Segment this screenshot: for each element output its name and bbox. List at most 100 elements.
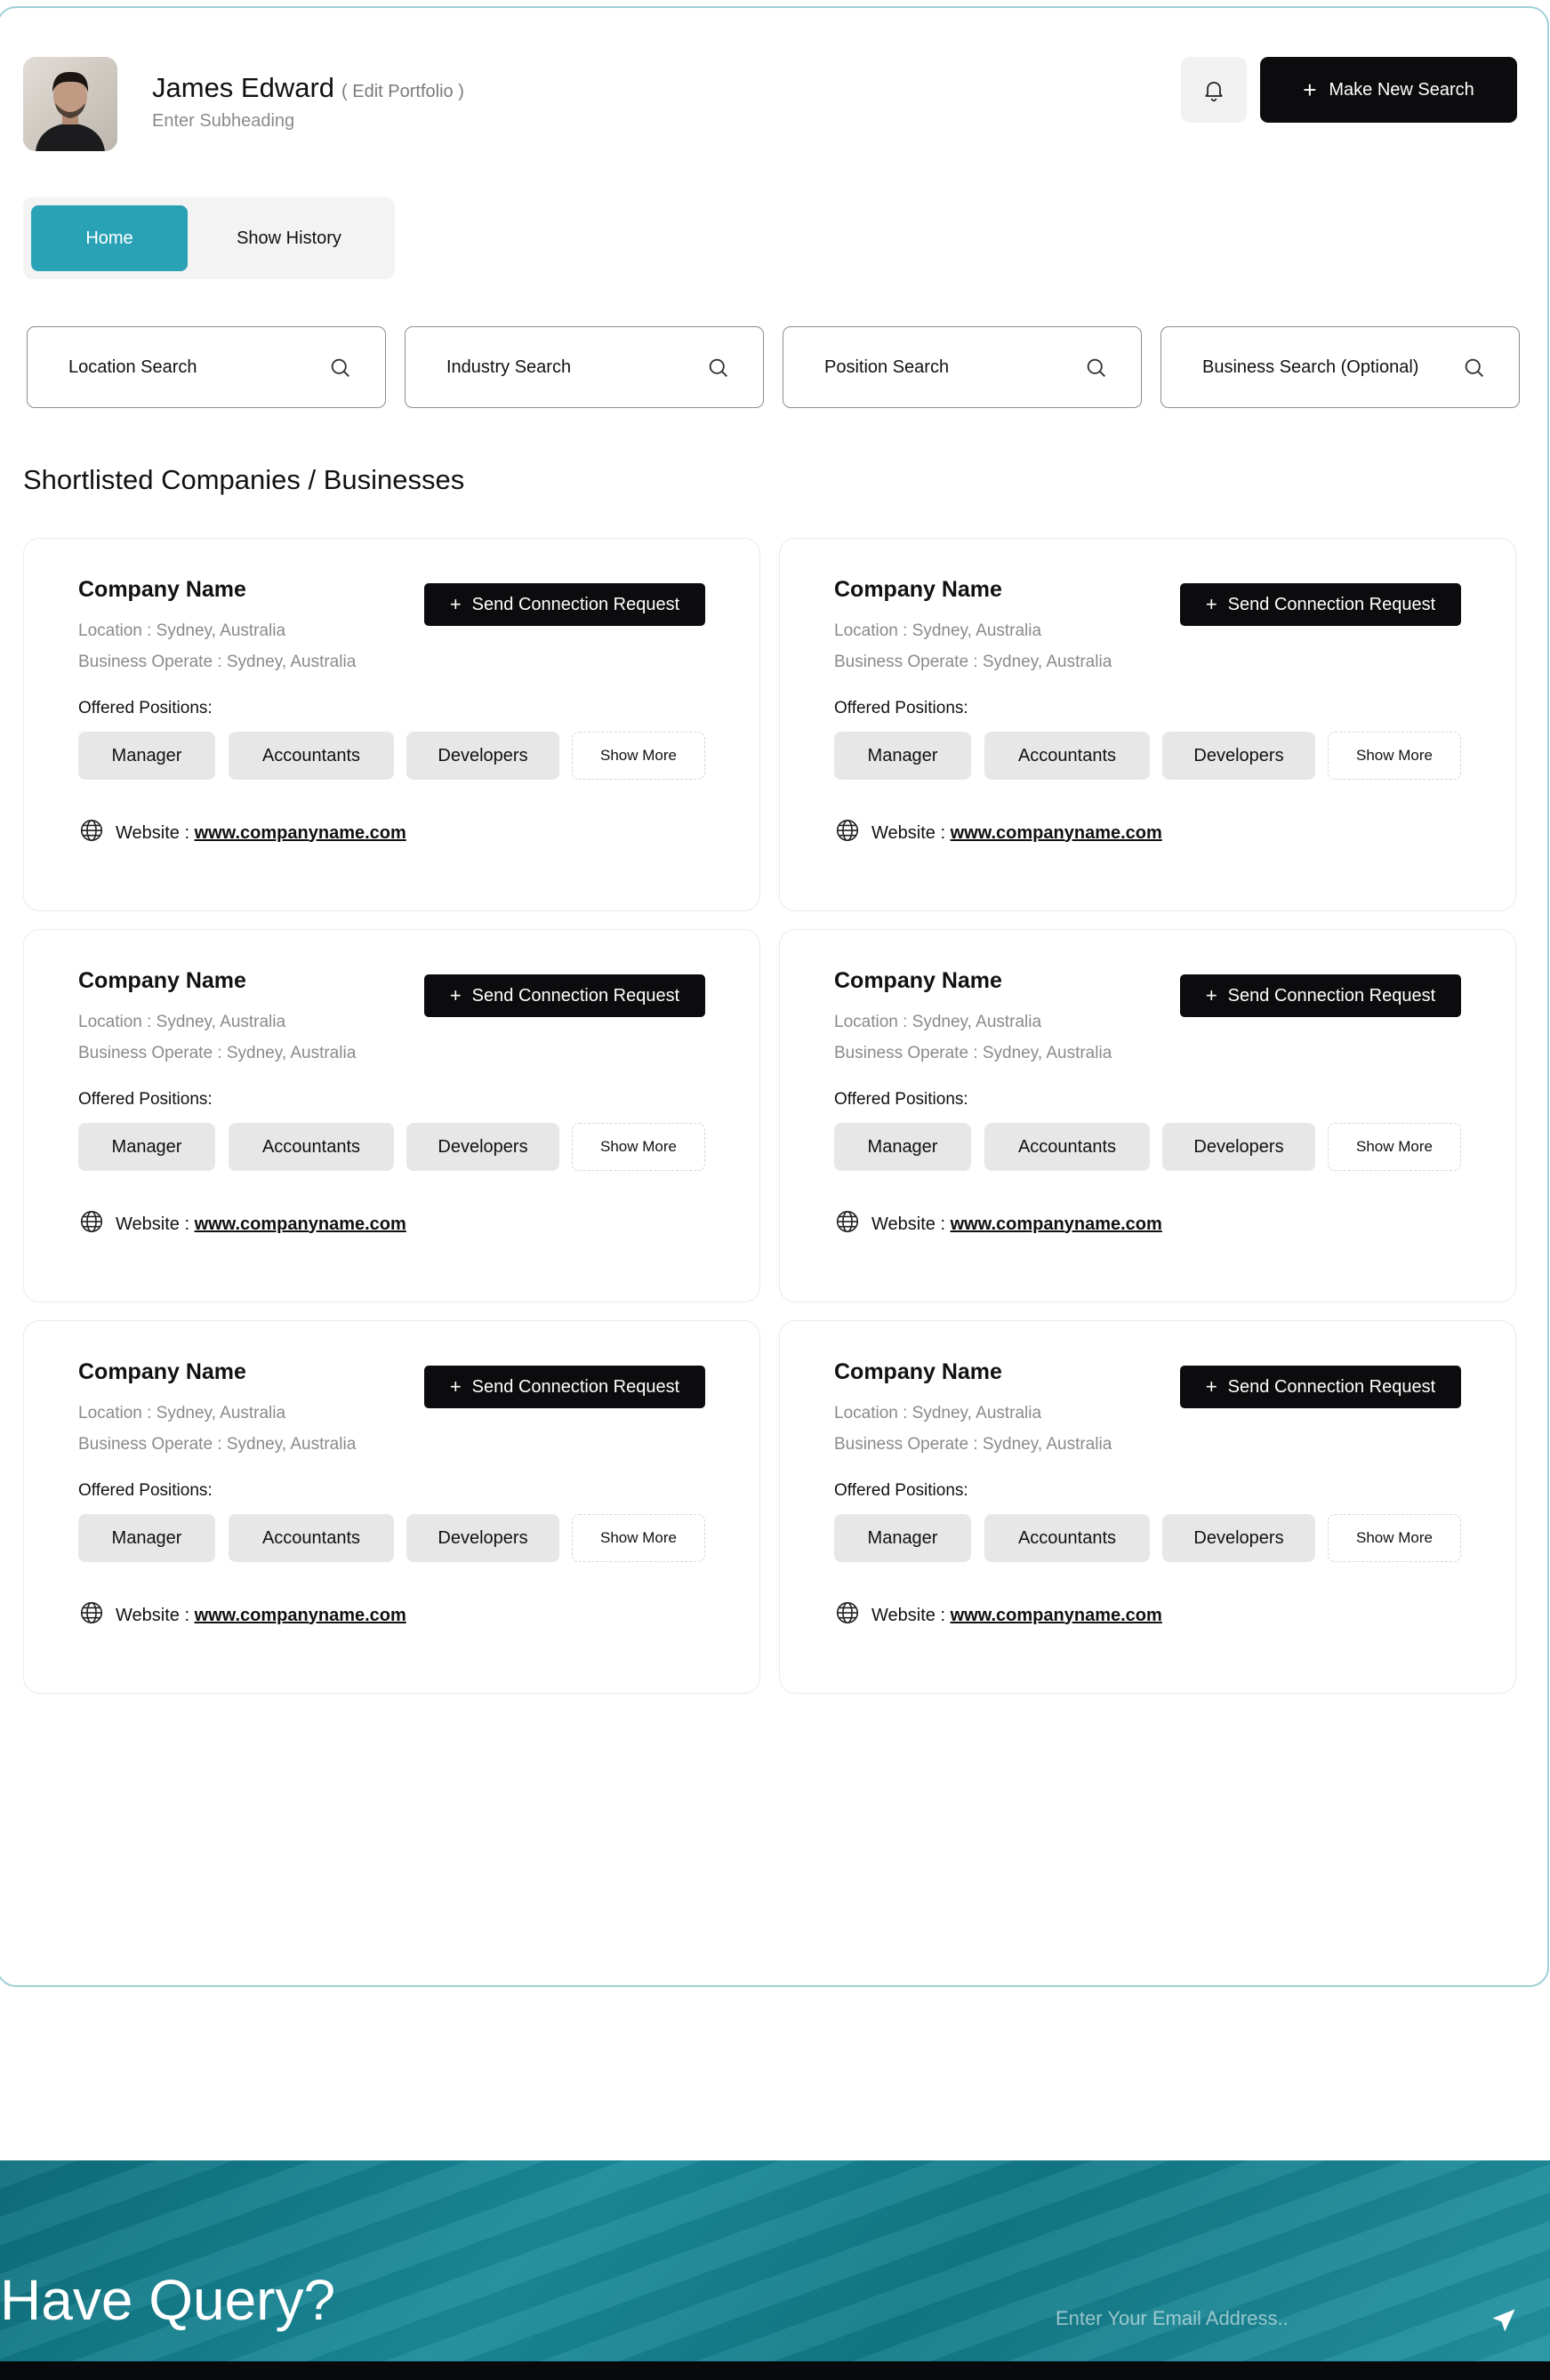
company-location: Location : Sydney, Australia (834, 1404, 1042, 1422)
position-search-input[interactable]: Position Search (783, 326, 1142, 408)
globe-icon (834, 817, 861, 849)
position-tag[interactable]: Developers (406, 732, 559, 780)
position-tag[interactable]: Developers (1162, 732, 1315, 780)
footer-title: Have Query? (0, 2268, 336, 2332)
plus-icon: + (449, 1375, 462, 1398)
company-name: Company Name (834, 968, 1002, 993)
user-name-row: James Edward ( Edit Portfolio ) (152, 72, 464, 104)
company-location: Location : Sydney, Australia (834, 621, 1042, 640)
position-tag[interactable]: Accountants (229, 732, 394, 780)
industry-search-label: Industry Search (446, 357, 572, 377)
company-card: Company Name + Send Connection Request Loca… (779, 1320, 1516, 1694)
send-connection-request-button[interactable]: + Send Connection Request (424, 1366, 705, 1408)
position-tag[interactable]: Manager (834, 1514, 971, 1562)
location-search-input[interactable]: Location Search (27, 326, 386, 408)
company-name: Company Name (78, 577, 246, 602)
business-search-input[interactable]: Business Search (Optional) (1160, 326, 1520, 408)
show-more-button[interactable]: Show More (572, 732, 705, 780)
position-tag[interactable]: Accountants (229, 1123, 394, 1171)
business-search-label: Business Search (Optional) (1202, 357, 1419, 377)
plus-icon: + (449, 593, 462, 615)
email-input[interactable]: Enter Your Email Address.. (1056, 2307, 1289, 2330)
website-row: Website : www.companyname.com (834, 817, 1162, 849)
send-connection-request-button[interactable]: + Send Connection Request (1180, 974, 1461, 1017)
website-link[interactable]: www.companyname.com (951, 1214, 1162, 1234)
company-card: Company Name + Send Connection Request Loca… (779, 929, 1516, 1302)
company-card: Company Name + Send Connection Request Loca… (23, 1320, 760, 1694)
website-link[interactable]: www.companyname.com (195, 823, 406, 843)
position-search-label: Position Search (824, 357, 950, 377)
send-connection-request-button[interactable]: + Send Connection Request (1180, 583, 1461, 626)
section-title: Shortlisted Companies / Businesses (23, 464, 465, 495)
plus-icon: + (1303, 76, 1317, 103)
website-link[interactable]: www.companyname.com (951, 823, 1162, 843)
tab-show-history[interactable]: Show History (200, 205, 378, 271)
company-card: Company Name + Send Connection Request Loca… (23, 538, 760, 911)
globe-icon (834, 1208, 861, 1240)
company-location: Location : Sydney, Australia (78, 621, 286, 640)
globe-icon (78, 817, 105, 849)
position-tag[interactable]: Accountants (984, 732, 1150, 780)
website-row: Website : www.companyname.com (78, 817, 406, 849)
website-row: Website : www.companyname.com (78, 1599, 406, 1631)
website-link[interactable]: www.companyname.com (195, 1606, 406, 1625)
footer: Have Query? Enter Your Email Address.. (0, 2160, 1550, 2380)
business-operate: Business Operate : Sydney, Australia (834, 1044, 1112, 1062)
show-more-button[interactable]: Show More (1328, 1514, 1461, 1562)
website-link[interactable]: www.companyname.com (951, 1606, 1162, 1625)
show-more-button[interactable]: Show More (1328, 732, 1461, 780)
website-row: Website : www.companyname.com (78, 1208, 406, 1240)
globe-icon (834, 1599, 861, 1631)
offered-positions-label: Offered Positions: (78, 1481, 213, 1500)
company-name: Company Name (78, 968, 246, 993)
globe-icon (78, 1208, 105, 1240)
location-search-label: Location Search (68, 357, 197, 377)
website-row: Website : www.companyname.com (834, 1599, 1162, 1631)
search-icon (709, 358, 727, 377)
business-operate: Business Operate : Sydney, Australia (78, 1044, 357, 1062)
position-tag[interactable]: Manager (78, 1514, 215, 1562)
plus-icon: + (1205, 1375, 1217, 1398)
tab-home[interactable]: Home (31, 205, 188, 271)
send-connection-request-button[interactable]: + Send Connection Request (424, 974, 705, 1017)
search-icon (331, 358, 349, 377)
bell-icon (1205, 81, 1223, 102)
position-tag[interactable]: Developers (1162, 1123, 1315, 1171)
edit-portfolio-link[interactable]: ( Edit Portfolio ) (341, 82, 464, 101)
website-link[interactable]: www.companyname.com (195, 1214, 406, 1234)
company-name: Company Name (834, 577, 1002, 602)
show-more-button[interactable]: Show More (572, 1514, 705, 1562)
plus-icon: + (1205, 593, 1217, 615)
offered-positions-label: Offered Positions: (834, 699, 968, 717)
offered-positions-label: Offered Positions: (78, 1090, 213, 1109)
avatar-photo (23, 57, 117, 151)
position-tag[interactable]: Accountants (984, 1514, 1150, 1562)
company-name: Company Name (78, 1359, 246, 1384)
make-new-search-button[interactable]: + Make New Search (1260, 57, 1517, 123)
show-more-button[interactable]: Show More (572, 1123, 705, 1171)
send-connection-request-button[interactable]: + Send Connection Request (424, 583, 705, 626)
user-name: James Edward (152, 72, 335, 103)
company-name: Company Name (834, 1359, 1002, 1384)
send-connection-request-button[interactable]: + Send Connection Request (1180, 1366, 1461, 1408)
send-connection-request-label: Send Connection Request (471, 985, 680, 1006)
offered-positions-label: Offered Positions: (78, 699, 213, 717)
send-connection-request-label: Send Connection Request (471, 594, 680, 614)
plus-icon: + (449, 984, 462, 1006)
position-tag[interactable]: Developers (406, 1123, 559, 1171)
avatar[interactable] (23, 57, 117, 151)
position-tag[interactable]: Developers (1162, 1514, 1315, 1562)
send-icon[interactable] (1490, 2307, 1517, 2334)
position-tag[interactable]: Manager (78, 1123, 215, 1171)
website-row: Website : www.companyname.com (834, 1208, 1162, 1240)
position-tag[interactable]: Accountants (229, 1514, 394, 1562)
position-tag[interactable]: Developers (406, 1514, 559, 1562)
position-tag[interactable]: Manager (834, 732, 971, 780)
company-location: Location : Sydney, Australia (834, 1013, 1042, 1031)
notifications-button[interactable] (1181, 57, 1247, 123)
show-more-button[interactable]: Show More (1328, 1123, 1461, 1171)
industry-search-input[interactable]: Industry Search (405, 326, 764, 408)
position-tag[interactable]: Accountants (984, 1123, 1150, 1171)
position-tag[interactable]: Manager (78, 732, 215, 780)
position-tag[interactable]: Manager (834, 1123, 971, 1171)
